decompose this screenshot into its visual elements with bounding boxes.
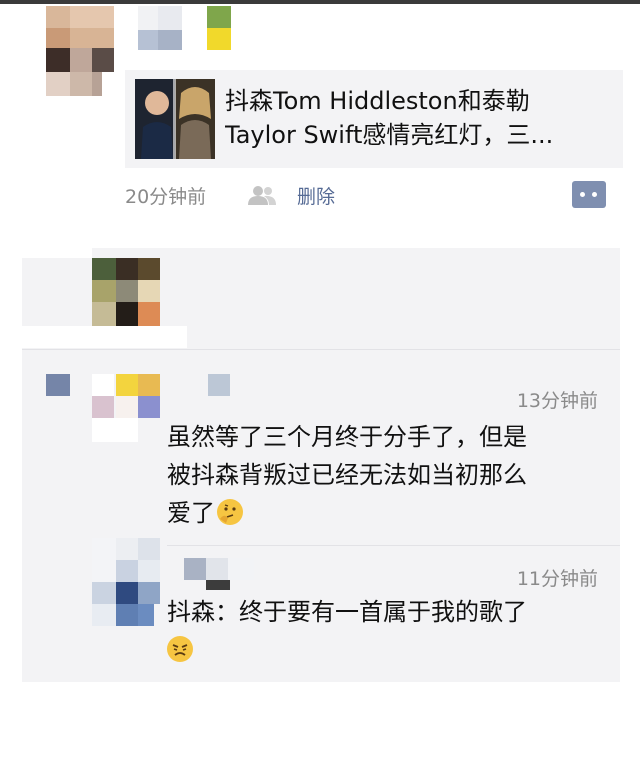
link-title: 抖森Tom Hiddleston和泰勒 Taylor Swift感情亮红灯，三.… (225, 84, 610, 152)
comments-panel: 13分钟前 虽然等了三个月终于分手了，但是 被抖森背叛过已经无法如当初那么 爱了 (22, 248, 620, 682)
angry-face-emoji (167, 636, 193, 662)
link-title-line-1: 抖森Tom Hiddleston和泰勒 (225, 87, 530, 115)
comment-1-line-1: 虽然等了三个月终于分手了，但是 (167, 423, 527, 451)
comment-icon[interactable] (572, 181, 606, 208)
link-title-line-2: Taylor Swift感情亮红灯，三... (225, 121, 554, 149)
comment-1-line-3: 爱了 (167, 499, 215, 527)
comment-1-text[interactable]: 虽然等了三个月终于分手了，但是 被抖森背叛过已经无法如当初那么 爱了 (167, 418, 527, 532)
shared-link-card[interactable]: 抖森Tom Hiddleston和泰勒 Taylor Swift感情亮红灯，三.… (125, 70, 623, 168)
status-bar-edge (0, 0, 640, 4)
friends-icon (247, 185, 277, 205)
thinking-face-emoji (217, 499, 243, 525)
comment-1-line-2: 被抖森背叛过已经无法如当初那么 (167, 461, 527, 489)
likes-divider (22, 349, 620, 350)
comment-2-time: 11分钟前 (516, 568, 598, 590)
comment-1-time: 13分钟前 (516, 390, 598, 412)
comment-2-text[interactable]: 抖森：终于要有一首属于我的歌了 (167, 593, 527, 669)
delete-link[interactable]: 删除 (297, 182, 335, 209)
comment-2-line-1: 抖森：终于要有一首属于我的歌了 (167, 598, 527, 626)
link-thumbnail (135, 79, 215, 159)
comments-divider (167, 545, 620, 546)
post-time: 20分钟前 (125, 186, 207, 208)
